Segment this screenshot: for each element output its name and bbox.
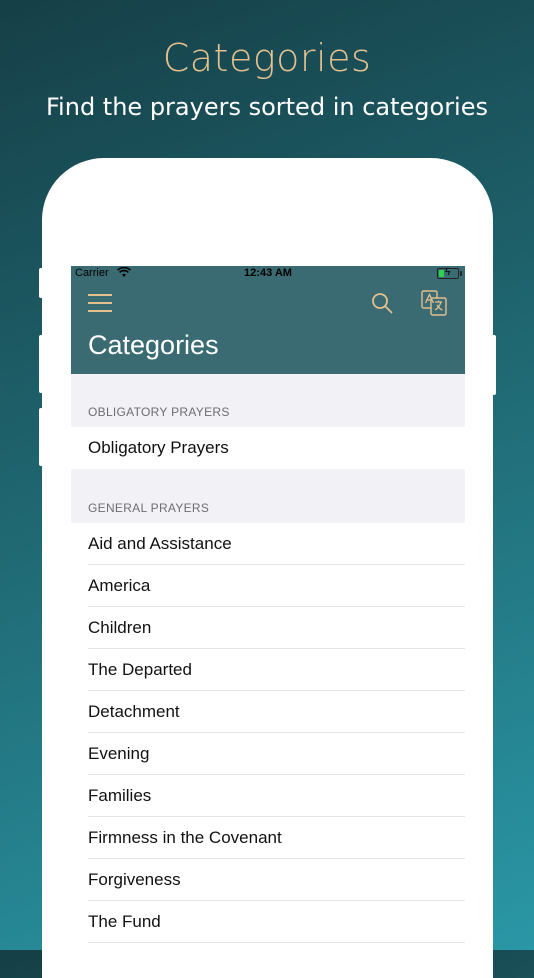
app-bar: Carrier 12:43 AM ϟ Categories — [71, 266, 465, 374]
app-screen: Carrier 12:43 AM ϟ Categories OBLIGATORY… — [71, 266, 465, 950]
list-item-label: The Departed — [88, 660, 192, 679]
list-item-label: Aid and Assistance — [88, 534, 232, 553]
page-title: Categories — [88, 330, 219, 360]
section-header-obligatory: OBLIGATORY PRAYERS — [71, 374, 465, 427]
status-bar: Carrier 12:43 AM ϟ — [71, 266, 465, 282]
search-icon[interactable] — [371, 292, 393, 314]
section-header-label: GENERAL PRAYERS — [88, 501, 210, 515]
list-item-label: Firmness in the Covenant — [88, 828, 282, 847]
list-item-firmness-in-the-covenant[interactable]: Firmness in the Covenant — [71, 817, 465, 859]
menu-icon[interactable] — [88, 294, 112, 312]
list-item-label: America — [88, 576, 151, 595]
list-item-label: Evening — [88, 744, 150, 763]
section-header-general: GENERAL PRAYERS — [71, 469, 465, 523]
list-item-families[interactable]: Families — [71, 775, 465, 817]
promo-subtitle: Find the prayers sorted in categories — [46, 93, 488, 121]
battery-icon: ϟ — [437, 267, 462, 279]
list-item-evening[interactable]: Evening — [71, 733, 465, 775]
list-item-label: Detachment — [88, 702, 180, 721]
list-item-children[interactable]: Children — [71, 607, 465, 649]
list-item-label: Families — [88, 786, 152, 805]
list-item-aid-and-assistance[interactable]: Aid and Assistance — [71, 523, 465, 565]
list-item-detachment[interactable]: Detachment — [71, 691, 465, 733]
clock: 12:43 AM — [244, 267, 292, 279]
promo-title: Categories — [162, 36, 372, 80]
translate-icon[interactable] — [421, 290, 447, 316]
list-item-the-departed[interactable]: The Departed — [71, 649, 465, 691]
list-item-label: Children — [88, 618, 152, 637]
list-item-forgiveness[interactable]: Forgiveness — [71, 859, 465, 901]
section-header-label: OBLIGATORY PRAYERS — [88, 405, 230, 419]
list-item-the-fund[interactable]: The Fund — [71, 901, 465, 943]
list-item-label: Forgiveness — [88, 870, 181, 889]
list-item-label: Obligatory Prayers — [88, 438, 229, 457]
list-item-label: The Fund — [88, 912, 161, 931]
list-item-america[interactable]: America — [71, 565, 465, 607]
list-item-obligatory-prayers[interactable]: Obligatory Prayers — [71, 427, 465, 469]
